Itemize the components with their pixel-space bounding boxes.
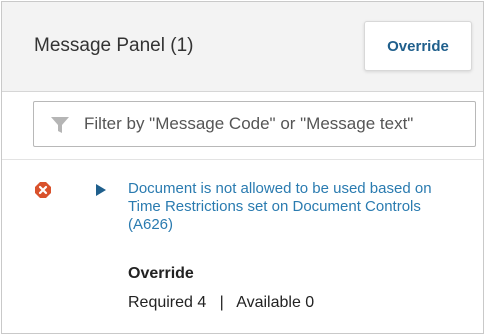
filter-input[interactable] <box>84 102 469 146</box>
message-text-link[interactable]: Document is not allowed to be used based… <box>128 180 463 234</box>
filter-field[interactable] <box>33 101 476 147</box>
panel-title: Message Panel (1) <box>34 35 194 56</box>
caret-right-icon[interactable] <box>96 184 106 196</box>
message-panel: Message Panel (1) Override Document is n… <box>1 1 484 334</box>
override-heading: Override <box>128 265 194 282</box>
panel-header: Message Panel (1) Override <box>2 2 483 92</box>
divider <box>2 159 483 160</box>
error-icon <box>35 182 51 198</box>
override-button[interactable]: Override <box>364 21 472 71</box>
filter-icon <box>51 117 69 133</box>
override-stats: Required 4 | Available 0 <box>128 294 315 311</box>
